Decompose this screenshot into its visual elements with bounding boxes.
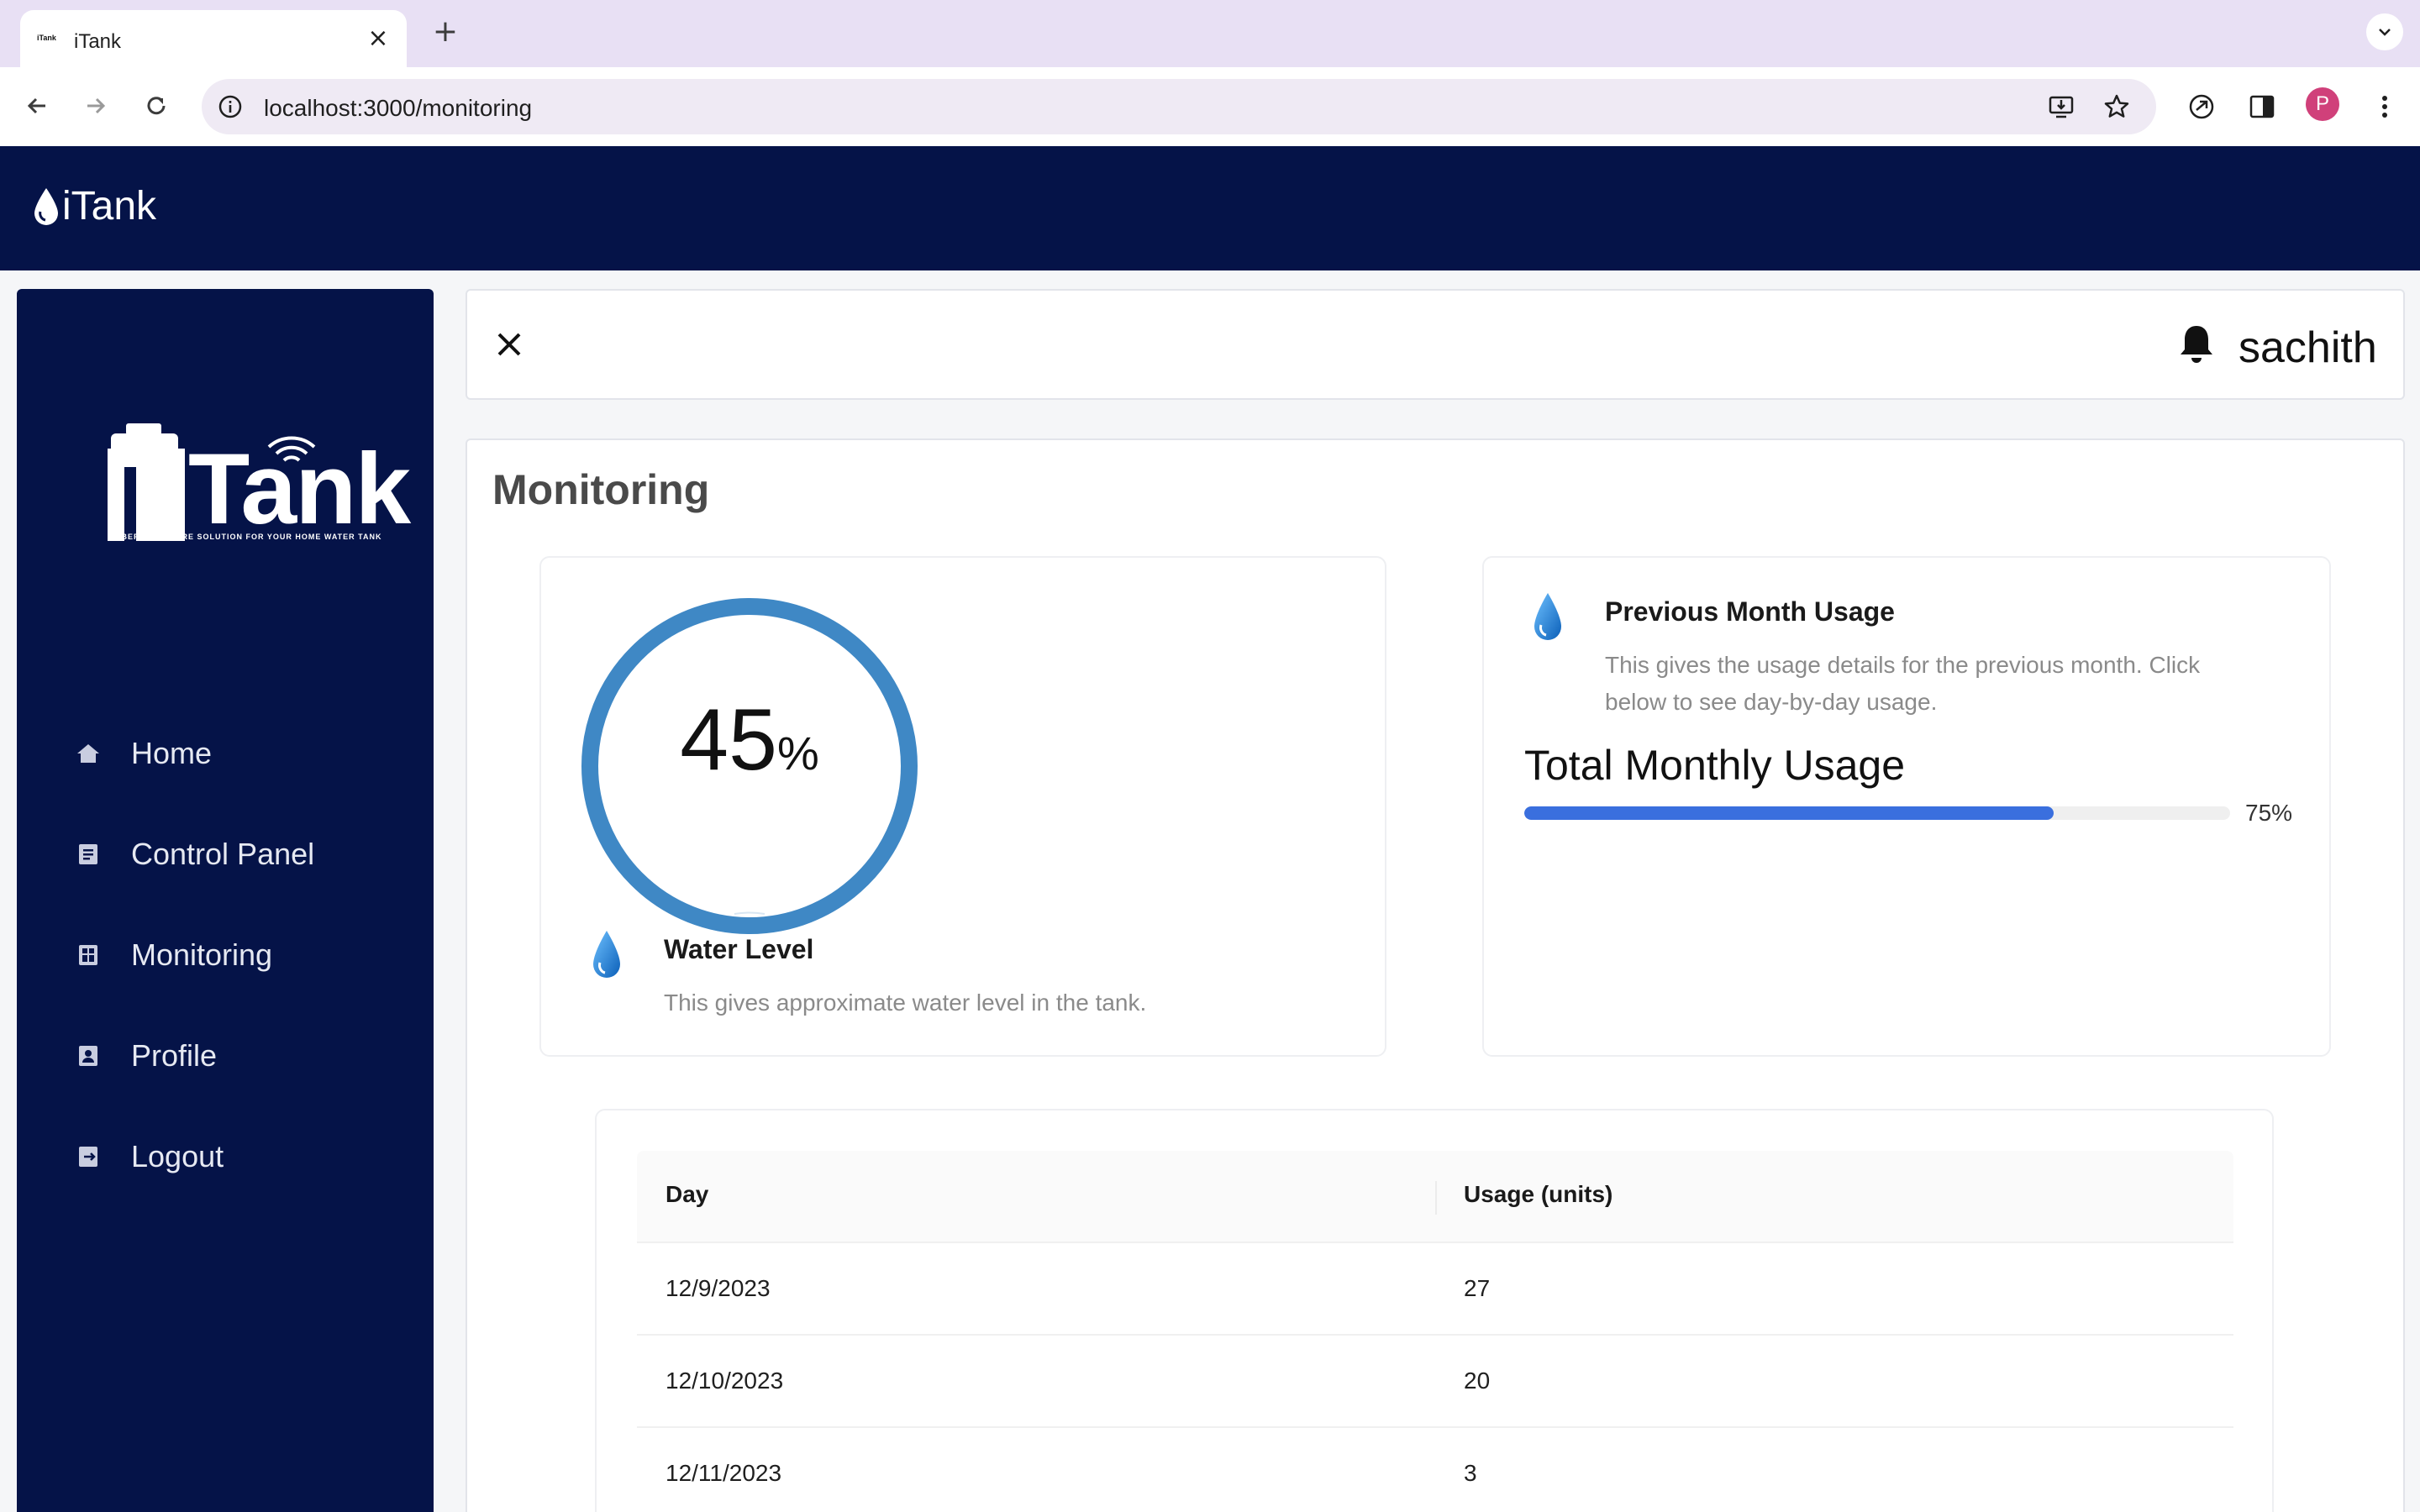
cell-usage: 20 bbox=[1464, 1368, 1491, 1394]
sidebar-item-home[interactable]: Home bbox=[55, 727, 408, 778]
table-row: 12/9/2023 27 bbox=[637, 1243, 2233, 1336]
top-bar: sachith bbox=[466, 289, 2405, 400]
water-drop-icon bbox=[593, 931, 620, 978]
sidebar-item-label: Logout bbox=[131, 1139, 224, 1173]
water-level-number: 45 bbox=[680, 691, 777, 789]
browser-tabstrip: iTank iTank × + bbox=[0, 0, 2420, 67]
usage-progress-fill bbox=[1524, 806, 2054, 820]
cell-usage: 3 bbox=[1464, 1460, 1477, 1486]
side-panel-icon[interactable] bbox=[2245, 90, 2279, 123]
usage-description-line2: below to see day-by-day usage. bbox=[1605, 689, 1938, 715]
dashboard-icon bbox=[79, 945, 97, 965]
profile-icon bbox=[79, 1046, 97, 1066]
extension-icon[interactable] bbox=[2185, 90, 2218, 123]
arrow-left-icon bbox=[27, 97, 45, 114]
column-header-usage[interactable]: Usage (units) bbox=[1464, 1181, 1612, 1208]
close-icon[interactable] bbox=[491, 326, 528, 363]
cell-day: 12/9/2023 bbox=[666, 1275, 771, 1301]
document-icon bbox=[79, 844, 97, 864]
table-row: 12/11/2023 3 bbox=[637, 1428, 2233, 1512]
cell-usage: 27 bbox=[1464, 1275, 1491, 1301]
more-menu-icon[interactable] bbox=[2368, 90, 2402, 123]
previous-month-usage-card: Previous Month Usage This gives the usag… bbox=[1482, 556, 2331, 1057]
cell-day: 12/10/2023 bbox=[666, 1368, 784, 1394]
arrow-right-icon bbox=[87, 97, 106, 114]
water-level-gauge: 45% bbox=[580, 596, 919, 936]
app-logo-text[interactable]: iTank bbox=[62, 183, 156, 229]
forward-button[interactable] bbox=[76, 86, 116, 126]
usage-title: Previous Month Usage bbox=[1605, 596, 1895, 627]
browser-tab[interactable]: iTank iTank × bbox=[20, 10, 407, 67]
sidebar-item-label: Control Panel bbox=[131, 837, 315, 871]
column-divider bbox=[1435, 1181, 1437, 1215]
brand-logo: Tank CYBER HARDWARE SOLUTION FOR YOUR HO… bbox=[87, 423, 411, 575]
sidebar-item-control-panel[interactable]: Control Panel bbox=[55, 828, 408, 879]
logout-icon bbox=[79, 1147, 97, 1167]
sidebar-item-logout[interactable]: Logout bbox=[55, 1131, 408, 1181]
app-header: iTank bbox=[0, 146, 2420, 270]
page-title: Monitoring bbox=[492, 466, 710, 513]
table-header: Day Usage (units) bbox=[637, 1151, 2233, 1243]
site-info-icon[interactable] bbox=[217, 93, 244, 120]
column-header-day[interactable]: Day bbox=[666, 1181, 708, 1208]
reload-icon bbox=[147, 97, 166, 115]
sidebar-item-label: Profile bbox=[131, 1038, 218, 1073]
back-button[interactable] bbox=[17, 86, 57, 126]
water-level-unit: % bbox=[776, 727, 819, 780]
install-app-icon[interactable] bbox=[2047, 92, 2075, 121]
water-drop-icon bbox=[34, 188, 58, 225]
sidebar-item-monitoring[interactable]: Monitoring bbox=[55, 929, 408, 979]
tank-icon bbox=[108, 423, 185, 541]
sidebar-item-profile[interactable]: Profile bbox=[55, 1030, 408, 1080]
username[interactable]: sachith bbox=[2238, 323, 2377, 373]
daily-usage-card: Day Usage (units) 12/9/2023 27 12/10/202… bbox=[595, 1109, 2274, 1512]
profile-avatar[interactable]: P bbox=[2306, 87, 2339, 121]
chevron-down-icon bbox=[2379, 29, 2391, 36]
home-icon bbox=[77, 744, 99, 763]
total-monthly-usage-heading: Total Monthly Usage bbox=[1524, 742, 1906, 789]
water-level-description: This gives approximate water level in th… bbox=[664, 990, 1147, 1016]
cell-day: 12/11/2023 bbox=[666, 1460, 782, 1486]
tab-close-icon[interactable]: × bbox=[363, 24, 393, 54]
bookmark-star-icon[interactable] bbox=[2102, 92, 2131, 121]
new-tab-icon[interactable]: + bbox=[429, 15, 462, 49]
brand-wordmark: Tank bbox=[188, 433, 411, 545]
tab-search-button[interactable] bbox=[2366, 13, 2403, 50]
usage-description-line1: This gives the usage details for the pre… bbox=[1605, 652, 2201, 678]
usage-progress-bar bbox=[1524, 806, 2230, 820]
browser-toolbar: localhost:3000/monitoring bbox=[0, 67, 2420, 146]
address-bar[interactable]: localhost:3000/monitoring bbox=[202, 79, 2156, 134]
gauge-fill-marker bbox=[734, 911, 765, 915]
water-level-title: Water Level bbox=[664, 934, 814, 964]
usage-progress-label: 75% bbox=[2245, 800, 2293, 826]
water-level-card: 45% Water Level This gives approximate w… bbox=[539, 556, 1386, 1057]
sidebar-item-label: Monitoring bbox=[131, 937, 273, 972]
monitoring-panel: Monitoring 45% Water Level This gives ap… bbox=[466, 438, 2405, 1512]
tab-title: iTank bbox=[74, 30, 122, 53]
bell-icon[interactable] bbox=[2176, 323, 2217, 366]
sidebar-item-label: Home bbox=[131, 736, 213, 770]
water-level-value: 45% bbox=[580, 690, 919, 790]
table-row: 12/10/2023 20 bbox=[637, 1336, 2233, 1428]
reload-button[interactable] bbox=[136, 86, 176, 126]
tab-favicon: iTank bbox=[37, 34, 56, 42]
brand-tagline: CYBER HARDWARE SOLUTION FOR YOUR HOME WA… bbox=[109, 533, 382, 541]
url-text[interactable]: localhost:3000/monitoring bbox=[264, 95, 532, 122]
sidebar: Tank CYBER HARDWARE SOLUTION FOR YOUR HO… bbox=[17, 289, 434, 1512]
water-drop-icon bbox=[1534, 593, 1561, 640]
